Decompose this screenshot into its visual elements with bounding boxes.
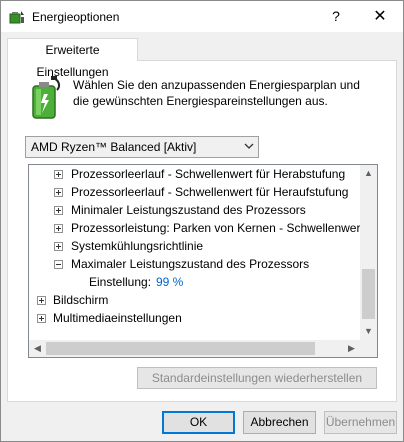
settings-tree[interactable]: Prozessorleerlauf - Schwellenwert für He… <box>28 164 378 358</box>
tree-item-label: Maximaler Leistungszustand des Prozessor… <box>71 257 310 271</box>
window-title: Energieoptionen <box>32 10 120 24</box>
vertical-scrollbar[interactable]: ▲ ▼ <box>360 165 377 340</box>
tree-item-label: Minimaler Leistungszustand des Prozessor… <box>71 203 306 217</box>
scroll-left-icon[interactable]: ◀ <box>29 340 46 357</box>
expand-plus-icon[interactable] <box>37 314 46 323</box>
expand-plus-icon[interactable] <box>54 170 63 179</box>
expand-plus-icon[interactable] <box>54 242 63 251</box>
expand-plus-icon[interactable] <box>37 296 46 305</box>
collapse-minus-icon[interactable] <box>54 260 63 269</box>
restore-defaults-button[interactable]: Standardeinstellungen wiederherstellen <box>137 367 377 389</box>
chevron-down-icon <box>244 143 254 149</box>
horizontal-scrollbar[interactable]: ◀ ▶ <box>29 340 360 357</box>
scroll-right-icon[interactable]: ▶ <box>343 340 360 357</box>
title-bar[interactable]: Energieoptionen ? ✕ <box>1 1 403 32</box>
tab-advanced-settings[interactable]: Erweiterte Einstellungen <box>7 38 138 79</box>
scroll-down-icon[interactable]: ▼ <box>360 323 377 340</box>
close-button[interactable]: ✕ <box>357 1 403 32</box>
power-plan-value: AMD Ryzen™ Balanced [Aktiv] <box>31 140 197 154</box>
cancel-button[interactable]: Abbrechen <box>243 411 316 434</box>
tree-item-label: Prozessorleerlauf - Schwellenwert für He… <box>71 167 346 181</box>
expand-plus-icon[interactable] <box>54 224 63 233</box>
power-options-icon <box>9 11 24 24</box>
tree-item-label: Multimediaeinstellungen <box>53 311 182 325</box>
ok-button[interactable]: OK <box>162 411 235 434</box>
tree-item-label: Bildschirm <box>53 293 109 307</box>
vertical-scroll-thumb[interactable] <box>362 269 375 319</box>
tree-item-label: Prozessorleerlauf - Schwellenwert für He… <box>71 185 349 199</box>
expand-plus-icon[interactable] <box>54 188 63 197</box>
scroll-up-icon[interactable]: ▲ <box>360 165 377 182</box>
expand-plus-icon[interactable] <box>54 206 63 215</box>
setting-label: Einstellung: <box>89 275 152 289</box>
scroll-corner <box>360 340 377 357</box>
tree-item-label: Prozessorleistung: Parken von Kernen - S… <box>71 221 378 235</box>
setting-value-link[interactable]: 99 % <box>156 273 183 291</box>
power-plan-select[interactable]: AMD Ryzen™ Balanced [Aktiv] <box>25 136 259 158</box>
description-text: Wählen Sie den anzupassenden Energiespar… <box>73 78 360 108</box>
tree-item-label: Systemkühlungsrichtlinie <box>71 239 204 253</box>
help-button[interactable]: ? <box>313 1 359 32</box>
apply-button[interactable]: Übernehmen <box>324 411 397 434</box>
dialog-window: Energieoptionen ? ✕ Erweiterte Einstellu… <box>0 0 404 442</box>
horizontal-scroll-thumb[interactable] <box>46 342 315 355</box>
